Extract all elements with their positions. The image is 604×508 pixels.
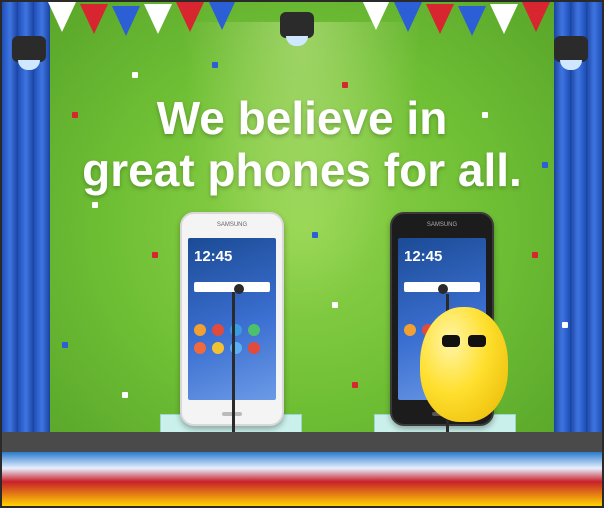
headline-line-1: We believe in — [156, 92, 448, 144]
bunting-flag — [362, 2, 390, 30]
bunting-flag — [522, 2, 550, 32]
headline: We believe in great phones for all. — [2, 92, 602, 196]
spotlight-icon — [280, 12, 314, 46]
app-icon — [212, 324, 224, 336]
bunting-flag — [176, 2, 204, 32]
bunting-flag — [490, 4, 518, 34]
confetti — [312, 232, 318, 238]
confetti — [212, 62, 218, 68]
phone-brand: SAMSUNG — [426, 222, 458, 228]
bunting-flag — [208, 2, 236, 30]
app-icon — [212, 342, 224, 354]
confetti — [122, 392, 128, 398]
confetti — [342, 82, 348, 88]
search-bar — [194, 282, 270, 292]
spotlight-icon — [12, 36, 46, 70]
app-icon — [194, 342, 206, 354]
confetti — [92, 202, 98, 208]
mascot — [420, 307, 508, 422]
confetti — [62, 342, 68, 348]
confetti — [562, 322, 568, 328]
bunting-flag — [426, 4, 454, 34]
app-icon — [194, 324, 206, 336]
phone-clock: 12:45 — [404, 248, 443, 265]
headline-line-2: great phones for all. — [82, 144, 522, 196]
confetti — [152, 252, 158, 258]
crowd — [2, 452, 602, 506]
bunting-flag — [458, 6, 486, 36]
microphone-icon — [438, 284, 448, 294]
bunting-flag — [48, 2, 76, 32]
app-icon — [404, 324, 416, 336]
bunting-flag — [144, 4, 172, 34]
bunting-flag — [394, 2, 422, 32]
phone-brand: SAMSUNG — [216, 222, 248, 228]
curtain-left — [2, 2, 50, 472]
curtain-right — [554, 2, 602, 472]
microphone-icon — [234, 284, 244, 294]
confetti — [132, 72, 138, 78]
microphone-stand — [232, 292, 235, 442]
app-icon — [248, 324, 260, 336]
phone-clock: 12:45 — [194, 248, 233, 265]
spotlight-icon — [554, 36, 588, 70]
confetti — [532, 252, 538, 258]
app-icon — [248, 342, 260, 354]
bunting-flag — [80, 4, 108, 34]
ad-banner: We believe in great phones for all. SAMS… — [0, 0, 604, 508]
stage-floor — [2, 432, 602, 452]
sunglasses-icon — [442, 335, 486, 347]
confetti — [352, 382, 358, 388]
confetti — [332, 302, 338, 308]
bunting-flag — [112, 6, 140, 36]
